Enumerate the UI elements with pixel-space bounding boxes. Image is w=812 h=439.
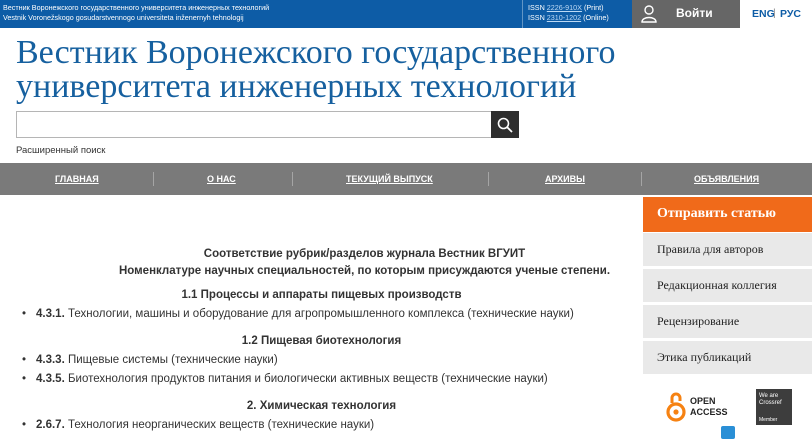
item-text: Биотехнология продуктов питания и биолог… — [64, 373, 548, 385]
nav-announcements[interactable]: ОБЪЯВЛЕНИЯ — [694, 174, 759, 184]
nav-current-issue[interactable]: ТЕКУЩИЙ ВЫПУСК — [346, 174, 433, 184]
divider — [522, 0, 523, 28]
nav-about[interactable]: О НАС — [207, 174, 236, 184]
issn-info: ISSN 2226-910X (Print) ISSN 2310-1202 (O… — [528, 3, 609, 23]
login-label: Войти — [676, 6, 713, 20]
crossref-member-label: Member — [759, 417, 778, 423]
issn-print-suffix: (Print) — [583, 3, 604, 12]
login-button[interactable]: Войти — [632, 0, 740, 28]
open-access-logo[interactable]: OPEN ACCESS — [666, 391, 742, 425]
main-nav: ГЛАВНАЯ О НАС ТЕКУЩИЙ ВЫПУСК АРХИВЫ ОБЪЯ… — [0, 163, 812, 195]
section-title: 1.1 Процессы и аппараты пищевых производ… — [181, 289, 462, 301]
site-title[interactable]: Вестник Воронежского государственного ун… — [16, 36, 736, 104]
user-icon — [641, 5, 657, 23]
top-bar: Вестник Воронежского государственного ун… — [0, 0, 812, 28]
list-item: • 2.6.7. Технология неорганических вещест… — [22, 419, 374, 431]
bullet-icon: • — [22, 308, 27, 320]
issn-print-link[interactable]: 2226-910X — [547, 3, 582, 12]
issn-print: ISSN 2226-910X (Print) — [528, 3, 609, 13]
nav-divider — [641, 172, 642, 186]
item-code: 2.6.7. — [36, 419, 65, 431]
language-switcher: ENG | РУС — [740, 0, 812, 28]
bullet-icon: • — [22, 373, 27, 385]
content-heading: Соответствие рубрик/разделов журнала Вес… — [203, 248, 526, 260]
open-access-line1: OPEN — [690, 396, 716, 406]
journal-name-lat: Vestnik Voronežskogo gosudarstvennogo un… — [3, 13, 244, 22]
item-code: 4.3.1. — [36, 308, 65, 320]
list-item: • 4.3.3. Пищевые системы (технические нау… — [22, 354, 278, 366]
nav-divider — [488, 172, 489, 186]
lang-eng-link[interactable]: ENG — [752, 8, 775, 20]
advanced-search-link[interactable]: Расширенный поиск — [16, 145, 105, 156]
sidebar-link-publication-ethics[interactable]: Этика публикаций — [643, 341, 812, 374]
item-text: Технология неорганических веществ (техни… — [64, 419, 375, 431]
journal-name-ru: Вестник Воронежского государственного ун… — [3, 3, 270, 12]
issn-online-prefix: ISSN — [528, 13, 545, 22]
nav-divider — [153, 172, 154, 186]
section-title: 1.2 Пищевая биотехнология — [241, 335, 402, 347]
list-item: • 4.3.5. Биотехнология продуктов питания … — [22, 373, 548, 385]
content-subheading: Номенклатуре научных специальностей, по … — [118, 265, 611, 277]
item-text: Технологии, машины и оборудование для аг… — [64, 308, 574, 320]
issn-online-link[interactable]: 2310-1202 — [547, 13, 581, 22]
search-button[interactable] — [491, 111, 519, 138]
search-icon — [497, 117, 513, 133]
search-input[interactable] — [16, 111, 492, 138]
nav-archives[interactable]: АРХИВЫ — [545, 174, 585, 184]
nav-home[interactable]: ГЛАВНАЯ — [55, 174, 99, 184]
issn-online-suffix: (Online) — [583, 13, 609, 22]
item-code: 4.3.3. — [36, 354, 65, 366]
crossref-text: We are Crossref — [759, 393, 782, 406]
submit-article-button[interactable]: Отправить статью — [643, 197, 812, 232]
bullet-icon: • — [22, 419, 27, 431]
issn-online: ISSN 2310-1202 (Online) — [528, 13, 609, 23]
list-item: • 4.3.1. Технологии, машины и оборудовани… — [22, 308, 574, 320]
lang-separator: | — [773, 7, 776, 19]
sidebar-link-peer-review[interactable]: Рецензирование — [643, 305, 812, 338]
open-access-icon — [666, 392, 686, 422]
open-access-text: OPEN ACCESS — [690, 396, 728, 418]
nav-divider — [292, 172, 293, 186]
lang-rus-link[interactable]: РУС — [780, 8, 801, 20]
issn-print-prefix: ISSN — [528, 3, 545, 12]
open-access-line2: ACCESS — [690, 407, 728, 417]
journal-names: Вестник Воронежского государственного ун… — [3, 3, 269, 23]
section-title: 2. Химическая технология — [246, 400, 397, 412]
item-code: 4.3.5. — [36, 373, 65, 385]
crossref-member-badge[interactable]: We are Crossref Member — [756, 389, 792, 425]
item-text: Пищевые системы (технические науки) — [64, 354, 278, 366]
badge-icon[interactable] — [721, 426, 735, 439]
bullet-icon: • — [22, 354, 27, 366]
